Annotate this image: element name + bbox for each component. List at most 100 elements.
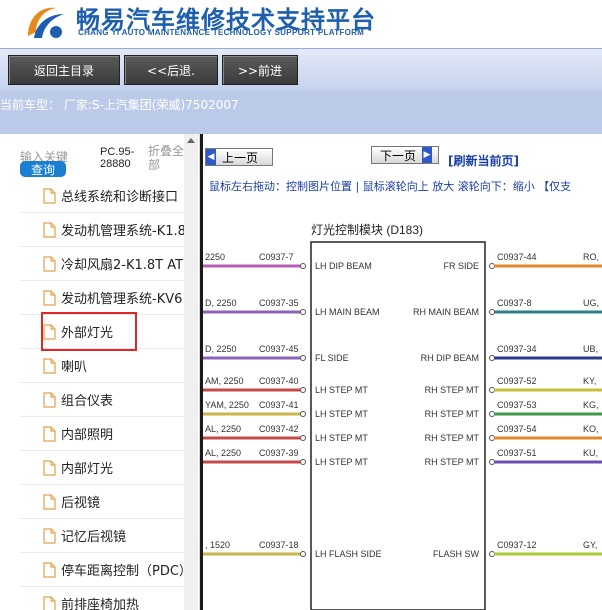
tree-item[interactable]: 内部照明 [20, 417, 184, 451]
right-connector-label: C0937-51 [497, 448, 537, 458]
document-icon [43, 528, 56, 544]
right-terminal [489, 435, 495, 441]
right-connector-label: C0937-12 [497, 540, 537, 550]
tree-item-label: 组合仪表 [61, 394, 114, 409]
document-icon [43, 562, 56, 578]
left-connector-label: C0937-39 [259, 448, 299, 458]
brand-logo-icon [28, 7, 64, 38]
left-terminal [300, 263, 306, 269]
document-icon [43, 392, 56, 408]
left-connector-label: C0937-45 [259, 344, 299, 354]
forward-button[interactable]: >>前进 [222, 55, 298, 85]
left-connector-label: C0937-40 [259, 376, 299, 386]
tree-item-label: 内部灯光 [61, 462, 114, 477]
left-wire-spec: YAM, 2250 [205, 400, 249, 410]
left-wire-spec: AL, 2250 [205, 448, 241, 458]
mouse-usage-hint: 鼠标左右拖动：控制图片位置 | 鼠标滚轮向上 放大 滚轮向下：缩小 【仅支 [209, 180, 572, 193]
right-terminal [489, 309, 495, 315]
back-button[interactable]: <<后退. [124, 55, 218, 85]
tree-item[interactable]: 停车距离控制（PDC） [20, 553, 184, 587]
arrow-left-icon: ◀ [206, 149, 216, 165]
tree-item-label: 发动机管理系统-K1.8 [61, 224, 184, 239]
left-connector-label: C0937-18 [259, 540, 299, 550]
right-terminal [489, 263, 495, 269]
left-terminal [300, 411, 306, 417]
wiring-diagram[interactable]: 灯光控制模块 (D183) 2250 C0937-7 LH DIP BEAM FR SI… [203, 196, 602, 610]
app-window: 畅易汽车维修技术支持平台 CHANG YI AUTO MAINTENANCE T… [0, 0, 602, 610]
document-icon [43, 426, 56, 442]
left-terminal [300, 459, 306, 465]
left-wire-spec: AM, 2250 [205, 376, 244, 386]
page-navigation: ◀ 上一页 下一页 ▶ [刷新当前页] [203, 134, 602, 174]
tree-item-label: 喇叭 [61, 360, 88, 375]
home-button[interactable]: 返回主目录 [8, 55, 120, 85]
tree-item-label: 总线系统和诊断接口 [61, 190, 179, 205]
tree-item-label: 前排座椅加热 [61, 598, 140, 610]
tree-item[interactable]: 前排座椅加热 [20, 587, 184, 610]
right-pin-label: RH STEP MT [425, 385, 480, 395]
catalog-tree-panel: 输入关键 查询 PC.95- 28880 折叠全 部 总线系统和诊断接口 发动机管… [0, 134, 200, 610]
left-terminal [300, 435, 306, 441]
search-button[interactable]: 查询 [20, 161, 66, 177]
right-terminal [489, 459, 495, 465]
document-icon [43, 222, 56, 238]
left-pin-label: LH MAIN BEAM [315, 307, 380, 317]
tree-item[interactable]: 后视镜 [20, 485, 184, 519]
right-connector-label: C0937-34 [497, 344, 537, 354]
model-code-label: PC.95- 28880 [100, 146, 135, 170]
right-wire-spec: UB, [583, 344, 598, 354]
left-terminal [300, 309, 306, 315]
right-pin-label: RH MAIN BEAM [413, 307, 479, 317]
right-connector-label: C0937-52 [497, 376, 537, 386]
tree-item[interactable]: 总线系统和诊断接口 [20, 179, 184, 213]
right-pin-label: FLASH SW [433, 549, 480, 559]
prev-page-label: 上一页 [222, 150, 259, 165]
tree-item-label: 内部照明 [61, 428, 114, 443]
left-pin-label: FL SIDE [315, 353, 349, 363]
right-wire-spec: RO, [583, 252, 599, 262]
prev-page-button[interactable]: ◀ 上一页 [205, 148, 273, 166]
wiring-diagram-panel: ◀ 上一页 下一页 ▶ [刷新当前页] 鼠标左右拖动：控制图片位置 | 鼠标滚轮… [200, 134, 602, 610]
right-pin-label: FR SIDE [443, 261, 479, 271]
right-connector-label: C0937-44 [497, 252, 537, 262]
tree-item[interactable]: 喇叭 [20, 349, 184, 383]
tree-item[interactable]: 发动机管理系统-K1.8 [20, 213, 184, 247]
left-wire-spec: 2250 [205, 252, 225, 262]
left-terminal [300, 355, 306, 361]
tree-item[interactable]: 冷却风扇2-K1.8T AT [20, 247, 184, 281]
right-connector-label: C0937-8 [497, 298, 532, 308]
next-page-label: 下一页 [380, 148, 417, 163]
left-terminal [300, 387, 306, 393]
right-wire-spec: KY, [583, 376, 596, 386]
next-page-button[interactable]: 下一页 ▶ [371, 146, 439, 164]
right-wire-spec: KG, [583, 400, 599, 410]
left-pin-label: LH STEP MT [315, 433, 368, 443]
tree-item-label: 冷却风扇2-K1.8T AT [61, 258, 184, 273]
right-connector-label: C0937-53 [497, 400, 537, 410]
collapse-all-button[interactable]: 折叠全 部 [148, 144, 184, 172]
left-wire-spec: , 1520 [205, 540, 230, 550]
app-header: 畅易汽车维修技术支持平台 CHANG YI AUTO MAINTENANCE T… [0, 0, 602, 48]
tree-item[interactable]: 记忆后视镜 [20, 519, 184, 553]
scroll-up-arrow-icon[interactable] [186, 136, 196, 144]
tree-item-label: 发动机管理系统-KV6 [61, 292, 183, 307]
document-icon [43, 460, 56, 476]
tree-item-label: 后视镜 [61, 496, 101, 511]
right-terminal [489, 387, 495, 393]
left-pin-label: LH STEP MT [315, 457, 368, 467]
main-toolbar: 返回主目录 <<后退. >>前进 [0, 48, 602, 90]
right-wire-spec: UG, [583, 298, 599, 308]
left-pin-label: LH STEP MT [315, 409, 368, 419]
right-connector-label: C0937-54 [497, 424, 537, 434]
right-pin-label: RH STEP MT [425, 409, 480, 419]
tree-scrollbar[interactable] [184, 134, 198, 610]
left-wire-spec: AL, 2250 [205, 424, 241, 434]
tree-item[interactable]: 发动机管理系统-KV6 [20, 281, 184, 315]
right-terminal [489, 411, 495, 417]
refresh-page-link[interactable]: [刷新当前页] [448, 152, 519, 169]
right-pin-label: RH STEP MT [425, 457, 480, 467]
document-icon [43, 188, 56, 204]
right-wire-spec: GY, [583, 540, 597, 550]
tree-item[interactable]: 内部灯光 [20, 451, 184, 485]
tree-item[interactable]: 组合仪表 [20, 383, 184, 417]
